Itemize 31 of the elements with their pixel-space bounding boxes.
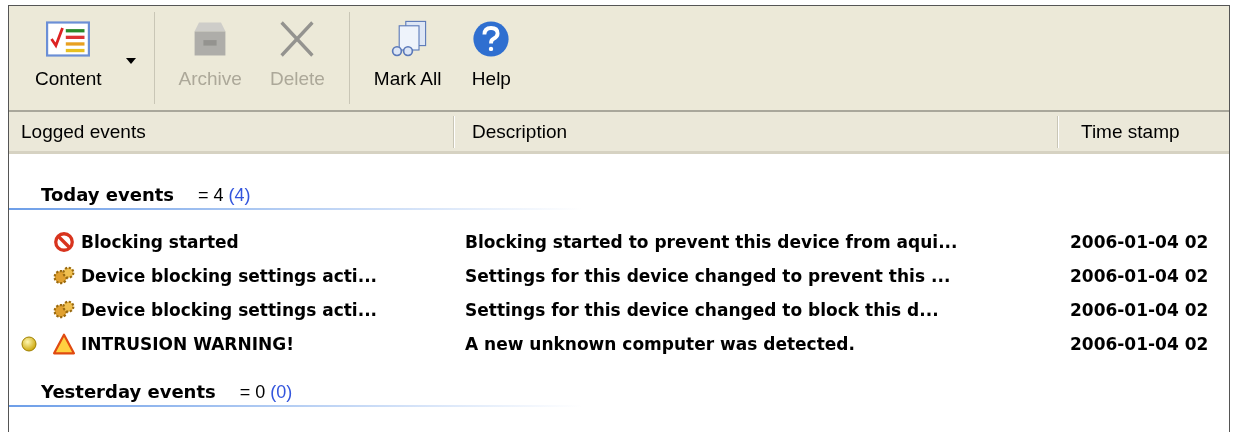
event-name: Device blocking settings acti... (81, 266, 378, 286)
event-name: Blocking started (81, 232, 239, 252)
event-timestamp: 2006-01-04 02 (1070, 266, 1209, 286)
group-header[interactable]: Today events = 4 (4) (9, 184, 581, 210)
event-name: Device blocking settings acti... (81, 300, 378, 320)
gears-icon (53, 265, 75, 287)
event-description: Blocking started to prevent this device from aqui... (465, 232, 958, 252)
event-name: INTRUSION WARNING! (81, 334, 294, 354)
group-header[interactable]: Yesterday events = 0 (0) (9, 381, 581, 407)
group-title: Today events (41, 184, 174, 205)
toolbar-button[interactable]: Help (455, 6, 528, 110)
column-header[interactable]: Time stamp (1058, 115, 1229, 148)
warning-icon (53, 333, 75, 355)
toolbar-button[interactable]: Mark All (359, 6, 456, 110)
column-header[interactable]: Logged events (9, 115, 454, 148)
toolbar-button[interactable]: Content (21, 6, 116, 110)
group-count: = 0 (239, 382, 266, 403)
event-timestamp: 2006-01-04 02 (1070, 300, 1209, 320)
group-count: = 4 (198, 185, 224, 206)
event-description: Settings for this device changed to prevent this ... (465, 266, 951, 286)
gears-icon (53, 299, 75, 321)
prohibited-icon (53, 231, 75, 253)
checklist-icon (46, 20, 91, 58)
group-total: (4) (228, 185, 251, 206)
column-header[interactable]: Description (454, 115, 1058, 148)
event-description: Settings for this device changed to block this d... (465, 300, 939, 320)
group-total: (0) (270, 382, 293, 403)
event-timestamp: 2006-01-04 02 (1070, 334, 1209, 354)
event-description: A new unknown computer was detected. (465, 334, 855, 354)
group-title: Yesterday events (41, 381, 216, 402)
event-timestamp: 2006-01-04 02 (1070, 232, 1209, 252)
